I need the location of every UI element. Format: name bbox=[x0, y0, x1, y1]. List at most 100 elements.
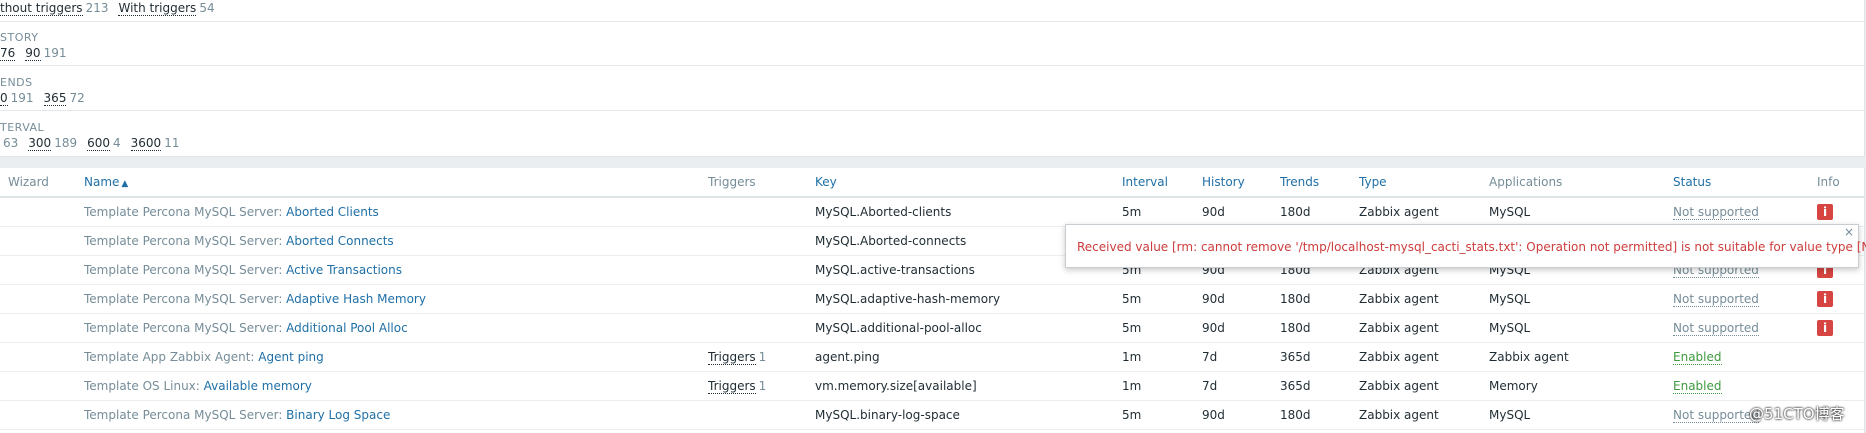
cell-applications: Memory bbox=[1489, 378, 1538, 393]
filter-option[interactable]: 300 189 bbox=[28, 136, 77, 151]
table-header-row: Wizard Name ▲ Triggers Key Interval Histo… bbox=[0, 168, 1864, 198]
filter-values-triggers: thout triggers 213 With triggers 54 bbox=[0, 1, 225, 16]
cell-wizard bbox=[0, 226, 84, 255]
table-row: Template App Zabbix Agent: Agent ping Tri… bbox=[0, 342, 1864, 371]
filter-title-trends: ENDS bbox=[0, 76, 33, 89]
template-link[interactable]: Template Percona MySQL Server bbox=[84, 321, 278, 335]
cell-triggers: Triggers 1 bbox=[708, 371, 815, 400]
status-toggle[interactable]: Enabled bbox=[1673, 349, 1722, 365]
cell-name: Template OS Linux: Available memory bbox=[84, 371, 708, 400]
error-info-icon[interactable]: i bbox=[1817, 319, 1833, 336]
filter-option[interactable]: 600 4 bbox=[87, 136, 121, 151]
close-icon[interactable]: × bbox=[1844, 225, 1854, 239]
filter-row-triggers: thout triggers 213 With triggers 54 bbox=[0, 0, 1864, 22]
triggers-link[interactable]: Triggers bbox=[708, 349, 756, 365]
template-link[interactable]: Template Percona MySQL Server bbox=[84, 292, 278, 306]
cell-name: Template Percona MySQL Server: Adaptive … bbox=[84, 284, 708, 313]
status-toggle[interactable]: Not supported bbox=[1673, 320, 1759, 336]
filter-option-count: 54 bbox=[199, 1, 215, 15]
item-name-link[interactable]: Available memory bbox=[204, 379, 312, 393]
filter-option-count: 191 bbox=[10, 91, 34, 105]
status-toggle[interactable]: Not supported bbox=[1673, 291, 1759, 307]
cell-name: Template Percona MySQL Server: Binary Lo… bbox=[84, 400, 708, 429]
col-name[interactable]: Name ▲ bbox=[84, 168, 708, 198]
cell-type: Zabbix agent bbox=[1359, 378, 1439, 393]
triggers-count: 1 bbox=[758, 378, 767, 393]
status-toggle[interactable]: Not supported bbox=[1673, 204, 1759, 220]
template-link[interactable]: Template Percona MySQL Server bbox=[84, 205, 278, 219]
filter-row-interval: TERVAL 63 300 189 600 4 3600 11 bbox=[0, 111, 1864, 155]
table-row: Template OS Linux: Available memory Trigg… bbox=[0, 371, 1864, 400]
cell-status: Enabled bbox=[1673, 371, 1817, 400]
filter-option-count: 213 bbox=[85, 1, 109, 15]
cell-trends: 180d bbox=[1280, 407, 1311, 422]
error-info-icon[interactable]: i bbox=[1817, 203, 1833, 220]
filter-option[interactable]: 3600 11 bbox=[130, 136, 180, 151]
triggers-link[interactable]: Triggers bbox=[708, 378, 756, 394]
filter-values-interval: 63 300 189 600 4 3600 11 bbox=[0, 136, 189, 151]
watermark: @51CTO博客 bbox=[1749, 405, 1845, 423]
cell-type: Zabbix agent bbox=[1359, 320, 1439, 335]
cell-name: Template Percona MySQL Server: Additiona… bbox=[84, 313, 708, 342]
cell-wizard bbox=[0, 284, 84, 313]
item-name-link[interactable]: Active Transactions bbox=[286, 263, 402, 277]
filter-values-trends: 0 191 365 72 bbox=[0, 91, 95, 106]
cell-trends: 180d bbox=[1280, 204, 1311, 219]
items-table-container: Wizard Name ▲ Triggers Key Interval Histo… bbox=[0, 168, 1865, 433]
error-hint-box: × Received value [rm: cannot remove '/tm… bbox=[1065, 224, 1866, 268]
col-trends[interactable]: Trends bbox=[1280, 168, 1359, 198]
filter-title-history: STORY bbox=[0, 31, 39, 44]
triggers-count: 1 bbox=[758, 349, 767, 364]
filter-option-count: 4 bbox=[113, 136, 121, 150]
filter-option[interactable]: 76 bbox=[0, 46, 16, 61]
template-link[interactable]: Template OS Linux bbox=[84, 379, 196, 393]
item-name-link[interactable]: Adaptive Hash Memory bbox=[286, 292, 426, 306]
cell-type: Zabbix agent bbox=[1359, 204, 1439, 219]
template-link[interactable]: Template Percona MySQL Server bbox=[84, 408, 278, 422]
filter-option-label: 3600 bbox=[130, 136, 162, 151]
filter-option[interactable]: 90 191 bbox=[25, 46, 66, 61]
filter-option[interactable]: With triggers 54 bbox=[118, 1, 215, 16]
cell-type: Zabbix agent bbox=[1359, 349, 1439, 364]
cell-info: i bbox=[1817, 313, 1864, 342]
error-info-icon[interactable]: i bbox=[1817, 290, 1833, 307]
item-name-link[interactable]: Additional Pool Alloc bbox=[286, 321, 408, 335]
col-applications: Applications bbox=[1489, 168, 1673, 198]
col-key[interactable]: Key bbox=[815, 168, 1122, 198]
cell-triggers bbox=[708, 400, 815, 429]
col-history[interactable]: History bbox=[1202, 168, 1280, 198]
filter-values-history: 76 90 191 bbox=[0, 46, 76, 61]
cell-trends: 365d bbox=[1280, 378, 1311, 393]
cell-key: MySQL.binary-log-space bbox=[815, 407, 960, 422]
cell-applications: Zabbix agent bbox=[1489, 349, 1569, 364]
filter-option[interactable]: 63 bbox=[0, 136, 18, 150]
filter-option[interactable]: thout triggers 213 bbox=[0, 1, 109, 16]
filter-option[interactable]: 365 72 bbox=[43, 91, 85, 106]
filter-option-count: 11 bbox=[164, 136, 180, 150]
cell-triggers: Triggers 1 bbox=[708, 342, 815, 371]
filter-option-label: 90 bbox=[25, 46, 41, 61]
template-link[interactable]: Template Percona MySQL Server bbox=[84, 234, 278, 248]
status-toggle[interactable]: Enabled bbox=[1673, 378, 1722, 394]
name-separator: : bbox=[278, 233, 287, 248]
template-link[interactable]: Template Percona MySQL Server bbox=[84, 263, 278, 277]
item-name-link[interactable]: Aborted Clients bbox=[286, 205, 379, 219]
cell-name: Template Percona MySQL Server: Aborted C… bbox=[84, 197, 708, 226]
name-separator: : bbox=[278, 291, 287, 306]
template-link[interactable]: Template App Zabbix Agent bbox=[84, 350, 250, 364]
item-name-link[interactable]: Aborted Connects bbox=[286, 234, 394, 248]
cell-interval: 5m bbox=[1122, 407, 1142, 422]
col-type[interactable]: Type bbox=[1359, 168, 1489, 198]
status-toggle[interactable]: Not supported bbox=[1673, 407, 1759, 423]
col-name-label: Name bbox=[84, 175, 120, 189]
cell-applications: MySQL bbox=[1489, 291, 1531, 306]
item-name-link[interactable]: Binary Log Space bbox=[286, 408, 390, 422]
cell-triggers bbox=[708, 255, 815, 284]
col-interval[interactable]: Interval bbox=[1122, 168, 1202, 198]
cell-info bbox=[1817, 342, 1864, 371]
cell-interval: 1m bbox=[1122, 378, 1142, 393]
cell-info: i bbox=[1817, 197, 1864, 226]
item-name-link[interactable]: Agent ping bbox=[258, 350, 324, 364]
col-status[interactable]: Status bbox=[1673, 168, 1817, 198]
filter-option[interactable]: 0 191 bbox=[0, 91, 34, 106]
